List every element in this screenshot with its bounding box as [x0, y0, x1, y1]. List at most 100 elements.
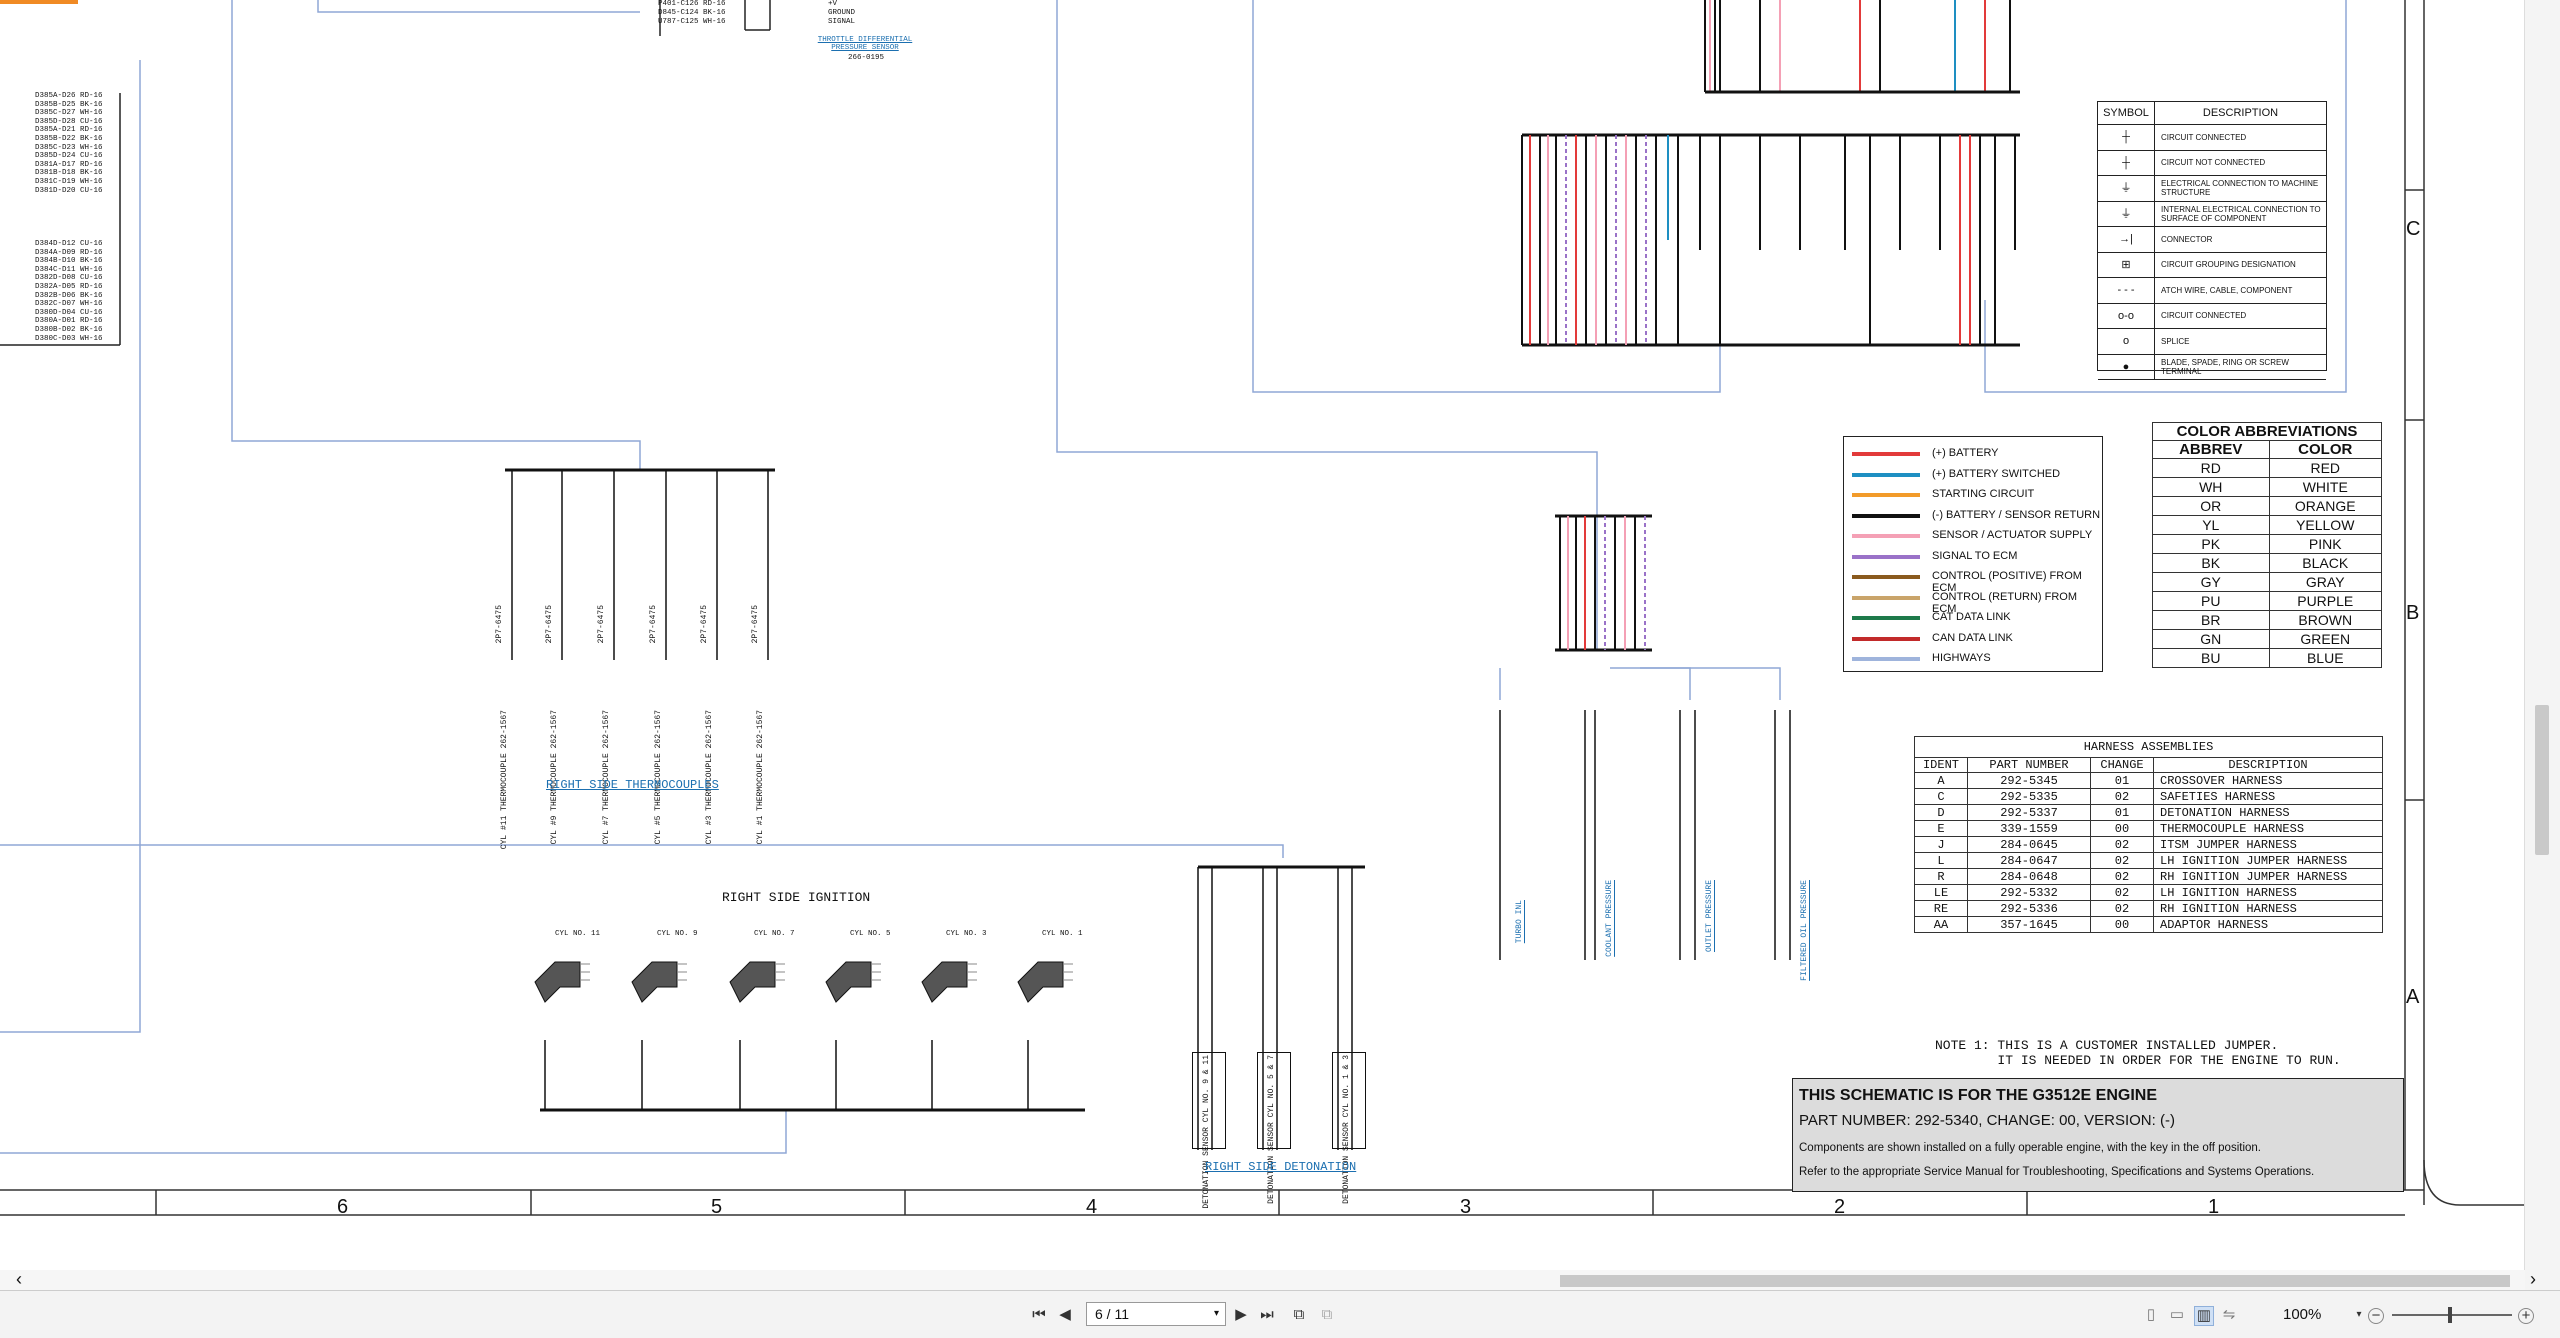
grid-column-number: 4	[1086, 1196, 1098, 1218]
sensor-pin-name: +V	[828, 0, 838, 8]
harness-pin-label: D384B-D10 BK-16	[35, 257, 103, 266]
grid-column-number: 5	[711, 1196, 723, 1218]
harness-header: PART NUMBER	[1967, 757, 2091, 773]
color-abbrev-name: PURPLE	[2268, 591, 2382, 611]
page-number-field[interactable]: 6 / 11 ▾	[1086, 1302, 1226, 1326]
sensor-link-coolant[interactable]: COOLANT PRESSURE	[1605, 880, 1614, 957]
vertical-scrollbar-thumb[interactable]	[2535, 705, 2549, 855]
harness-header: DESCRIPTION	[2153, 757, 2383, 773]
wire-legend-item: HIGHWAYS	[1844, 650, 2104, 670]
symbol-glyph: ⏚	[2098, 176, 2155, 201]
harness-pin-label: D385B-D22 BK-16	[35, 134, 103, 143]
harness-pin-label: D381C-D19 WH-16	[35, 177, 103, 186]
harness-cell: A	[1914, 772, 1968, 789]
vertical-scrollbar[interactable]	[2524, 0, 2560, 1290]
symbol-table-row: ⏚ ELECTRICAL CONNECTION TO MACHINE STRUCT…	[2098, 176, 2326, 202]
harness-pin-label: D381A-D17 RD-16	[35, 160, 103, 169]
sensor-pin: P401-C126 RD-16	[658, 0, 726, 8]
color-abbrev-row: BU BLUE	[2152, 648, 2382, 668]
grid-column-number: 3	[1460, 1196, 1472, 1218]
wire-legend-item: CONTROL (POSITIVE) FROM ECM	[1844, 568, 2104, 594]
harness-pin-label: D380B-D02 BK-16	[35, 325, 103, 334]
zoom-in-button[interactable]: +	[2518, 1308, 2534, 1324]
zoom-dropdown-icon[interactable]: ▾	[2350, 1306, 2368, 1324]
color-abbreviations: COLOR ABBREVIATIONS ABBREV COLOR RD RED WH…	[2152, 422, 2382, 668]
sensor-link-turbo[interactable]: TURBO INL	[1515, 900, 1524, 943]
harness-cell: CROSSOVER HARNESS	[2153, 772, 2383, 789]
document-viewport[interactable]: D385A-D26 RD-16 D385B-D25 BK-16 D385C-D2…	[0, 0, 2525, 1270]
thermocouple-label: CYL #1 THERMOCOUPLE 262-1567	[756, 710, 765, 845]
horizontal-scrollbar-thumb[interactable]	[1560, 1275, 2510, 1287]
ignition-cyl-label: CYL NO. 9	[657, 930, 698, 938]
color-abbrev-code: RD	[2152, 458, 2270, 478]
harness-cell: C	[1914, 788, 1968, 805]
first-page-button[interactable]: ⏮	[1030, 1306, 1048, 1324]
grid-row-letter: C	[2406, 218, 2421, 240]
symbol-description: INTERNAL ELECTRICAL CONNECTION TO SURFAC…	[2161, 204, 2321, 223]
next-page-button[interactable]: ▶	[1232, 1306, 1250, 1324]
detonation-title-link[interactable]: RIGHT SIDE DETONATION	[1205, 1160, 1356, 1174]
symbol-table-rows: ┼ CIRCUIT CONNECTED ┼ CIRCUIT NOT CONNECTED…	[2098, 125, 2326, 380]
wire-color-swatch	[1852, 493, 1920, 497]
ignition-coils: CYL NO. 11 CYL NO. 9 CYL NO. 7 CYL NO. 5…	[510, 930, 1110, 1040]
symbol-glyph: →|	[2098, 227, 2155, 252]
color-abbrev-name: PINK	[2268, 534, 2382, 554]
harness-cell: J	[1914, 836, 1968, 853]
symbol-description: ELECTRICAL CONNECTION TO MACHINE STRUCTU…	[2161, 179, 2319, 198]
symbol-glyph: - - -	[2098, 278, 2155, 303]
zoom-level[interactable]: 100%	[2283, 1306, 2321, 1323]
wire-color-swatch	[1852, 616, 1920, 620]
paste-icon[interactable]: ⧉	[1318, 1306, 1336, 1324]
two-page-view-icon[interactable]: ▥	[2194, 1306, 2214, 1326]
harness-cell: ADAPTOR HARNESS	[2153, 916, 2383, 933]
color-abbrev-name: BLUE	[2268, 648, 2382, 668]
harness-cell: 02	[2090, 884, 2154, 901]
thermocouple-part: 2P7-6475	[495, 605, 504, 644]
detonation-sensors: DETONATION SENSOR CYL NO. 9 & 11 DETONAT…	[1190, 1050, 1390, 1209]
fit-view-icon[interactable]: ⇋	[2220, 1306, 2238, 1324]
harness-cell: 292-5345	[1967, 772, 2091, 789]
wire-legend: (+) BATTERY (+) BATTERY SWITCHED STARTING …	[1843, 436, 2103, 672]
harness-cell: AA	[1914, 916, 1968, 933]
throttle-sensor-link[interactable]: THROTTLE DIFFERENTIAL PRESSURE SENSOR	[815, 36, 915, 52]
chevron-down-icon[interactable]: ▾	[1206, 1303, 1219, 1325]
harness-pin-label: D382C-D07 WH-16	[35, 300, 103, 309]
harness-row: C 292-5335 02 SAFETIES HARNESS	[1914, 788, 2383, 805]
thermocouples-title-link[interactable]: RIGHT SIDE THERMOCOUPLES	[546, 778, 719, 792]
wire-legend-label: STARTING CIRCUIT	[1932, 488, 2035, 500]
harness-cell: 284-0648	[1967, 868, 2091, 885]
color-abbrev-name: BROWN	[2268, 610, 2382, 630]
wire-color-swatch	[1852, 513, 1920, 518]
single-page-view-icon[interactable]: ▯	[2142, 1306, 2160, 1324]
scroll-right-icon[interactable]: ›	[2530, 1270, 2536, 1288]
zoom-slider[interactable]	[2392, 1307, 2512, 1323]
thermocouple-part: 2P7-6475	[649, 605, 658, 644]
color-abbrev-row: GY GRAY	[2152, 572, 2382, 592]
color-abbrev-code: WH	[2152, 477, 2270, 497]
harness-pin-label: D382B-D06 BK-16	[35, 291, 103, 300]
scroll-left-icon[interactable]: ‹	[16, 1270, 22, 1288]
previous-page-button[interactable]: ◀	[1056, 1306, 1074, 1324]
copy-icon[interactable]: ⧉	[1290, 1306, 1308, 1324]
wire-color-swatch	[1852, 657, 1920, 661]
last-page-button[interactable]: ⏭	[1258, 1306, 1276, 1324]
sensor-link-outlet[interactable]: OUTLET PRESSURE	[1705, 880, 1714, 952]
color-abbrev-code: GY	[2152, 572, 2270, 592]
throttle-sensor-pin-names: +V GROUND SIGNAL	[828, 0, 855, 27]
color-abbrev-title: COLOR ABBREVIATIONS	[2152, 422, 2382, 441]
thermocouple-part: 2P7-6475	[597, 605, 606, 644]
harness-cell: 02	[2090, 852, 2154, 869]
continuous-view-icon[interactable]: ▭	[2168, 1306, 2186, 1324]
harness-pin-label: D385C-D27 WH-16	[35, 109, 103, 118]
symbol-description: CIRCUIT CONNECTED	[2161, 311, 2247, 321]
wire-legend-item: (+) BATTERY	[1844, 445, 2104, 465]
zoom-slider-thumb[interactable]	[2448, 1307, 2452, 1323]
zoom-out-button[interactable]: −	[2368, 1308, 2384, 1324]
harness-row: R 284-0648 02 RH IGNITION JUMPER HARNESS	[1914, 868, 2383, 885]
harness-title: HARNESS ASSEMBLIES	[1914, 736, 2383, 758]
sensor-link-oil[interactable]: FILTERED OIL PRESSURE	[1800, 880, 1809, 981]
harness-pin-label: D385B-D25 BK-16	[35, 100, 103, 109]
harness-cell: LE	[1914, 884, 1968, 901]
horizontal-scrollbar[interactable]: ‹ ›	[0, 1270, 2536, 1290]
harness-cell: 292-5332	[1967, 884, 2091, 901]
